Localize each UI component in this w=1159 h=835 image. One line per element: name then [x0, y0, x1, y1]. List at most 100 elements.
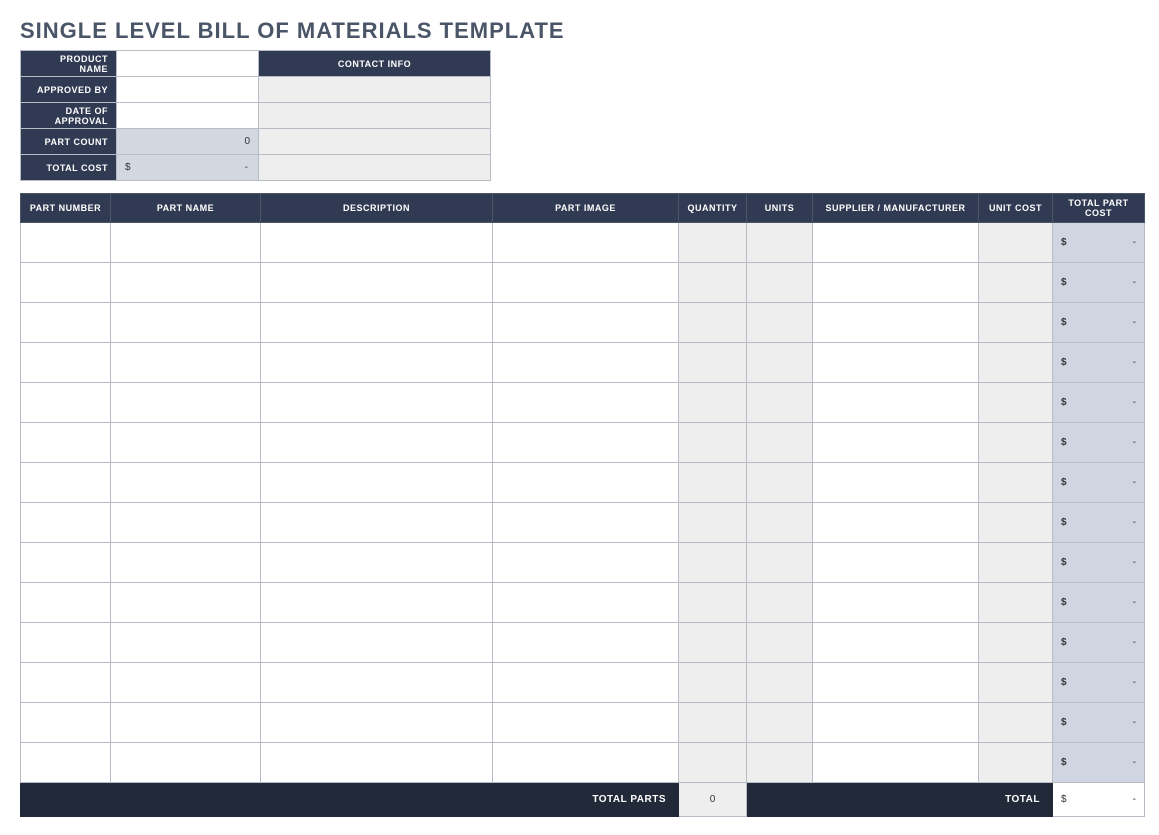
cell-part-number[interactable]: [21, 663, 111, 703]
cell-part-image[interactable]: [493, 463, 679, 503]
cell-supplier[interactable]: [813, 423, 979, 463]
cell-part-number[interactable]: [21, 383, 111, 423]
contact-row-3[interactable]: [259, 129, 491, 155]
cell-units[interactable]: [747, 743, 813, 783]
cell-quantity[interactable]: [679, 263, 747, 303]
cell-quantity[interactable]: [679, 583, 747, 623]
cell-quantity[interactable]: [679, 223, 747, 263]
cell-units[interactable]: [747, 543, 813, 583]
cell-part-name[interactable]: [111, 223, 261, 263]
cell-part-name[interactable]: [111, 743, 261, 783]
value-date-of-approval[interactable]: [117, 103, 259, 129]
cell-part-image[interactable]: [493, 383, 679, 423]
cell-quantity[interactable]: [679, 423, 747, 463]
cell-supplier[interactable]: [813, 583, 979, 623]
cell-unit-cost[interactable]: [979, 663, 1053, 703]
cell-quantity[interactable]: [679, 543, 747, 583]
contact-row-1[interactable]: [259, 77, 491, 103]
cell-part-image[interactable]: [493, 543, 679, 583]
cell-units[interactable]: [747, 223, 813, 263]
cell-quantity[interactable]: [679, 503, 747, 543]
cell-part-name[interactable]: [111, 583, 261, 623]
cell-supplier[interactable]: [813, 743, 979, 783]
cell-part-name[interactable]: [111, 423, 261, 463]
cell-units[interactable]: [747, 263, 813, 303]
cell-units[interactable]: [747, 423, 813, 463]
cell-description[interactable]: [261, 463, 493, 503]
cell-part-number[interactable]: [21, 423, 111, 463]
cell-part-name[interactable]: [111, 663, 261, 703]
cell-supplier[interactable]: [813, 503, 979, 543]
cell-description[interactable]: [261, 583, 493, 623]
cell-part-image[interactable]: [493, 343, 679, 383]
cell-part-image[interactable]: [493, 263, 679, 303]
cell-part-number[interactable]: [21, 303, 111, 343]
cell-unit-cost[interactable]: [979, 423, 1053, 463]
cell-description[interactable]: [261, 263, 493, 303]
cell-quantity[interactable]: [679, 463, 747, 503]
cell-part-name[interactable]: [111, 703, 261, 743]
cell-quantity[interactable]: [679, 383, 747, 423]
cell-part-number[interactable]: [21, 263, 111, 303]
cell-part-name[interactable]: [111, 263, 261, 303]
cell-unit-cost[interactable]: [979, 303, 1053, 343]
cell-description[interactable]: [261, 663, 493, 703]
cell-part-image[interactable]: [493, 503, 679, 543]
cell-unit-cost[interactable]: [979, 583, 1053, 623]
cell-part-number[interactable]: [21, 343, 111, 383]
cell-units[interactable]: [747, 663, 813, 703]
cell-part-number[interactable]: [21, 503, 111, 543]
cell-unit-cost[interactable]: [979, 383, 1053, 423]
cell-units[interactable]: [747, 383, 813, 423]
cell-quantity[interactable]: [679, 623, 747, 663]
cell-part-number[interactable]: [21, 583, 111, 623]
cell-supplier[interactable]: [813, 463, 979, 503]
cell-description[interactable]: [261, 303, 493, 343]
cell-part-image[interactable]: [493, 663, 679, 703]
cell-part-name[interactable]: [111, 383, 261, 423]
cell-supplier[interactable]: [813, 223, 979, 263]
cell-quantity[interactable]: [679, 703, 747, 743]
cell-part-image[interactable]: [493, 423, 679, 463]
cell-description[interactable]: [261, 623, 493, 663]
cell-supplier[interactable]: [813, 543, 979, 583]
cell-part-number[interactable]: [21, 743, 111, 783]
cell-description[interactable]: [261, 543, 493, 583]
value-approved-by[interactable]: [117, 77, 259, 103]
cell-part-number[interactable]: [21, 703, 111, 743]
cell-part-name[interactable]: [111, 463, 261, 503]
cell-description[interactable]: [261, 703, 493, 743]
cell-supplier[interactable]: [813, 303, 979, 343]
cell-part-number[interactable]: [21, 623, 111, 663]
cell-units[interactable]: [747, 583, 813, 623]
cell-part-image[interactable]: [493, 583, 679, 623]
cell-part-image[interactable]: [493, 743, 679, 783]
cell-part-number[interactable]: [21, 463, 111, 503]
cell-part-image[interactable]: [493, 703, 679, 743]
cell-unit-cost[interactable]: [979, 503, 1053, 543]
cell-description[interactable]: [261, 503, 493, 543]
cell-quantity[interactable]: [679, 743, 747, 783]
cell-supplier[interactable]: [813, 663, 979, 703]
cell-unit-cost[interactable]: [979, 703, 1053, 743]
cell-description[interactable]: [261, 423, 493, 463]
cell-units[interactable]: [747, 343, 813, 383]
cell-units[interactable]: [747, 463, 813, 503]
cell-unit-cost[interactable]: [979, 743, 1053, 783]
cell-description[interactable]: [261, 223, 493, 263]
cell-part-image[interactable]: [493, 623, 679, 663]
cell-units[interactable]: [747, 623, 813, 663]
cell-part-number[interactable]: [21, 543, 111, 583]
cell-unit-cost[interactable]: [979, 543, 1053, 583]
cell-quantity[interactable]: [679, 343, 747, 383]
cell-part-image[interactable]: [493, 303, 679, 343]
cell-supplier[interactable]: [813, 623, 979, 663]
contact-row-2[interactable]: [259, 103, 491, 129]
cell-quantity[interactable]: [679, 303, 747, 343]
cell-description[interactable]: [261, 743, 493, 783]
cell-supplier[interactable]: [813, 703, 979, 743]
cell-units[interactable]: [747, 703, 813, 743]
cell-part-number[interactable]: [21, 223, 111, 263]
cell-supplier[interactable]: [813, 383, 979, 423]
cell-description[interactable]: [261, 343, 493, 383]
